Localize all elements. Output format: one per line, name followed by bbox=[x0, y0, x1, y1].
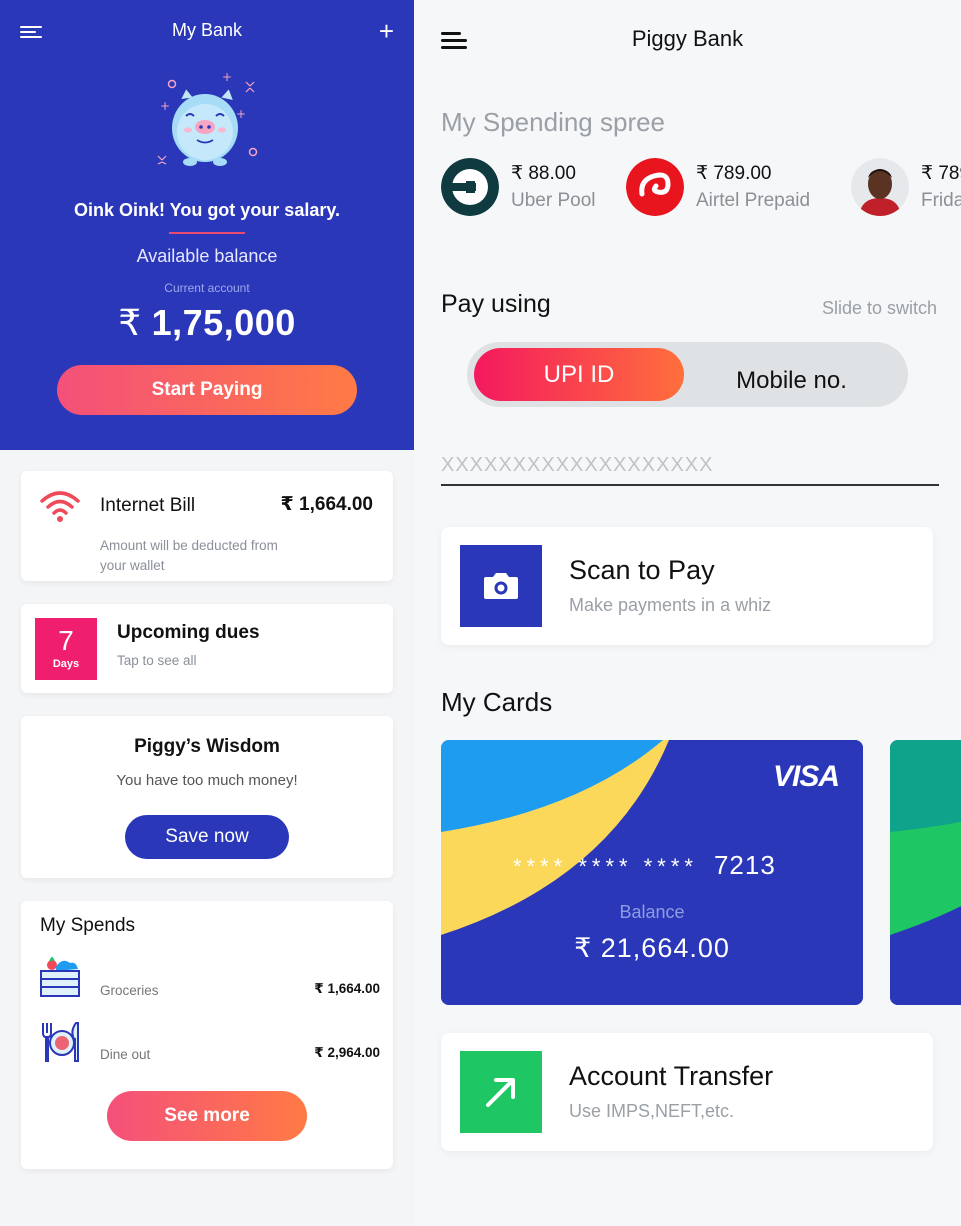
wisdom-card: Piggy’s Wisdom You have too much money! … bbox=[21, 716, 393, 878]
my-spends-card: My Spends Groceries ₹ 1,664.00 Dine out bbox=[21, 901, 393, 1169]
second-card[interactable] bbox=[890, 740, 961, 1005]
svg-text:+: + bbox=[222, 70, 232, 84]
pay-using-title: Pay using bbox=[441, 290, 551, 318]
svg-text:+: + bbox=[236, 107, 246, 121]
svg-text:+: + bbox=[160, 99, 170, 113]
spree-name: Airtel Prepaid bbox=[696, 190, 811, 211]
salary-message: Oink Oink! You got your salary. bbox=[73, 200, 341, 220]
piggy-mascot-icon: + + + bbox=[157, 70, 258, 166]
bill-title: Internet Bill bbox=[100, 495, 196, 516]
upcoming-dues-card[interactable]: 7 Days Upcoming dues Tap to see all bbox=[21, 604, 393, 693]
spend-label: Groceries bbox=[100, 983, 159, 998]
spend-amount: ₹ 1,664.00 bbox=[314, 981, 380, 996]
dues-title: Upcoming dues bbox=[117, 622, 260, 643]
divider bbox=[169, 232, 245, 234]
scan-to-pay-card[interactable]: Scan to Pay Make payments in a whiz bbox=[441, 527, 933, 645]
list-item[interactable]: Groceries ₹ 1,664.00 bbox=[40, 957, 380, 1001]
payment-method-toggle[interactable]: UPI ID Mobile no. bbox=[467, 342, 908, 407]
bill-amount: ₹ 1,664.00 bbox=[280, 494, 373, 515]
account-transfer-card[interactable]: Account Transfer Use IMPS,NEFT,etc. bbox=[441, 1033, 933, 1151]
card-number-mask: **** **** **** bbox=[513, 854, 698, 879]
card-background-art bbox=[890, 740, 961, 1005]
spends-title: My Spends bbox=[40, 915, 136, 936]
scan-title: Scan to Pay bbox=[569, 555, 715, 585]
slide-hint: Slide to switch bbox=[821, 298, 937, 318]
arrow-up-right-icon bbox=[486, 1078, 515, 1107]
available-balance-label: Available balance bbox=[136, 246, 278, 266]
transfer-subtitle: Use IMPS,NEFT,etc. bbox=[569, 1101, 735, 1121]
page-title: My Bank bbox=[171, 20, 243, 40]
groceries-icon bbox=[40, 957, 80, 997]
wisdom-title: Piggy’s Wisdom bbox=[134, 736, 280, 757]
days-count: 7 bbox=[58, 625, 74, 656]
save-now-button[interactable]: Save now bbox=[125, 815, 289, 859]
account-type-label: Current account bbox=[164, 281, 250, 295]
wisdom-message: You have too much money! bbox=[116, 772, 298, 789]
page-title: Piggy Bank bbox=[631, 26, 744, 51]
visa-card[interactable]: VISA **** **** **** 7213 Balance ₹ 21,664… bbox=[441, 740, 863, 1005]
dues-subtitle: Tap to see all bbox=[117, 653, 197, 668]
spree-name: Friday bbox=[921, 190, 961, 211]
days-badge: 7 Days bbox=[35, 618, 97, 680]
days-label: Days bbox=[52, 658, 80, 670]
friend-avatar-icon bbox=[851, 158, 909, 216]
toggle-option-upi[interactable]: UPI ID bbox=[474, 348, 684, 401]
balance-value: 1,75,000 bbox=[151, 302, 296, 343]
card-balance-label: Balance bbox=[619, 902, 685, 922]
card-balance: ₹ 21,664.00 bbox=[574, 933, 730, 963]
spend-amount: ₹ 2,964.00 bbox=[314, 1045, 380, 1060]
airtel-logo-icon bbox=[626, 158, 684, 216]
card-last4: 7213 bbox=[713, 850, 776, 880]
internet-bill-card[interactable]: Internet Bill ₹ 1,664.00 Amount will be … bbox=[21, 471, 393, 581]
transfer-title: Account Transfer bbox=[569, 1061, 774, 1091]
piggy-bank-screen: Piggy Bank My Spending spree ₹ 88.00 Ube… bbox=[414, 0, 961, 1226]
my-cards-title: My Cards bbox=[441, 687, 553, 717]
wifi-icon bbox=[40, 491, 80, 522]
balance-amount: ₹1,75,000 bbox=[0, 302, 414, 344]
add-icon[interactable]: + bbox=[379, 16, 394, 47]
start-paying-button[interactable]: Start Paying bbox=[57, 365, 357, 415]
spree-amount: ₹ 789.00 bbox=[696, 163, 772, 184]
spree-name: Uber Pool bbox=[511, 190, 596, 211]
uber-logo-icon bbox=[441, 158, 499, 216]
toggle-option-mobile[interactable]: Mobile no. bbox=[684, 348, 899, 401]
my-bank-screen: My Bank + + + + Oink Oink! You got your … bbox=[0, 0, 414, 1226]
balance-hero: My Bank + + + + Oink Oink! You got your … bbox=[0, 0, 414, 450]
dine-out-icon bbox=[42, 1022, 79, 1062]
bill-note: Amount will be deducted from your wallet bbox=[100, 538, 278, 573]
list-item[interactable]: Dine out ₹ 2,964.00 bbox=[40, 1021, 380, 1065]
card-number: **** **** **** 7213 bbox=[513, 850, 776, 881]
scan-subtitle: Make payments in a whiz bbox=[569, 595, 772, 615]
spend-label: Dine out bbox=[100, 1047, 151, 1062]
upi-id-input[interactable] bbox=[441, 446, 939, 486]
rupee-symbol: ₹ bbox=[118, 302, 142, 343]
scan-icon-box bbox=[460, 545, 542, 627]
transfer-icon-box bbox=[460, 1051, 542, 1133]
camera-icon bbox=[484, 573, 518, 599]
spending-spree-title: My Spending spree bbox=[441, 107, 666, 137]
spree-amount: ₹ 789.00 bbox=[921, 163, 961, 184]
spree-amount: ₹ 88.00 bbox=[511, 163, 576, 184]
visa-logo: VISA bbox=[772, 760, 840, 793]
see-more-button[interactable]: See more bbox=[107, 1091, 307, 1141]
